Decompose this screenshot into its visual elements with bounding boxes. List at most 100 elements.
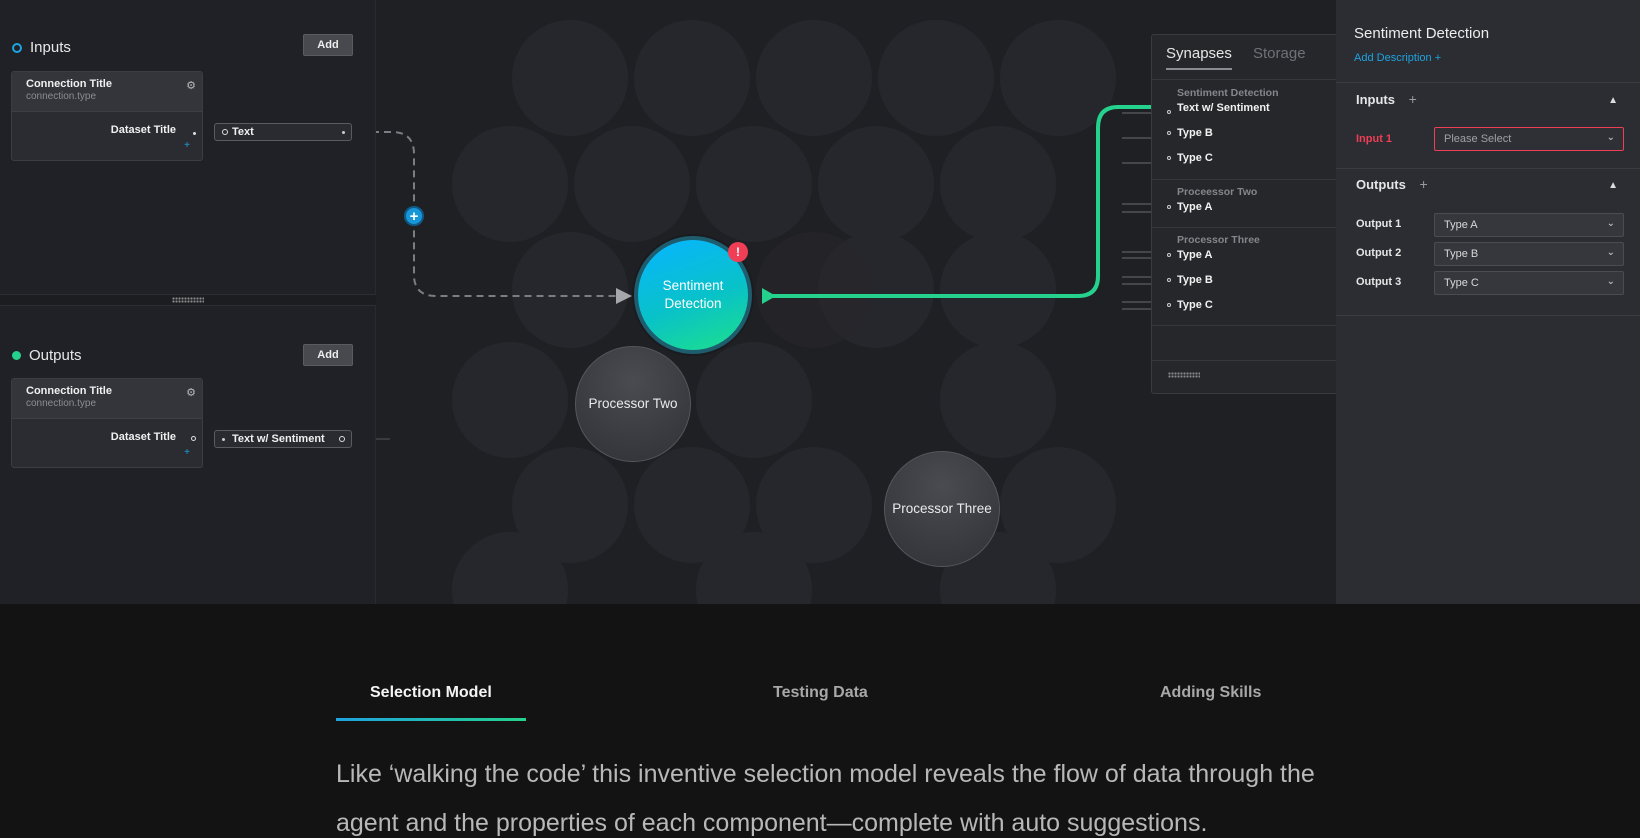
synapses-panel: Synapses Storage Sentiment Detection Tex… <box>1151 34 1342 394</box>
dataset-port[interactable] <box>193 132 196 135</box>
properties-title: Sentiment Detection <box>1354 25 1490 42</box>
alert-icon[interactable]: ! <box>728 242 748 262</box>
pill-label: Text <box>232 126 254 138</box>
synapse-item[interactable]: Type B <box>1177 274 1213 286</box>
tab-synapses[interactable]: Synapses <box>1166 45 1232 70</box>
inputs-section-title: Inputs <box>1356 92 1395 107</box>
chevron-up-icon[interactable]: ▲ <box>1608 95 1618 106</box>
grip-icon[interactable] <box>1168 372 1200 378</box>
pill-port-icon <box>222 438 225 441</box>
add-dataset-plus-icon[interactable]: + <box>184 140 190 151</box>
inputs-header: Inputs <box>12 39 71 56</box>
outputs-section-header[interactable]: Outputs + <box>1356 176 1428 192</box>
dataset-port[interactable] <box>191 436 196 441</box>
active-tab-indicator <box>336 718 526 721</box>
output-2-select[interactable]: Type B ⌄ <box>1434 242 1624 266</box>
panel-divider[interactable] <box>0 294 376 306</box>
output-3-select[interactable]: Type C ⌄ <box>1434 271 1624 295</box>
connections-panel: Inputs Add Connection Title connection.t… <box>0 0 376 604</box>
synapse-port-icon[interactable] <box>1167 156 1171 160</box>
app-workspace: Inputs Add Connection Title connection.t… <box>0 0 1640 604</box>
synapse-item[interactable]: Text w/ Sentiment <box>1177 102 1270 114</box>
connection-type: connection.type <box>26 398 97 409</box>
output-2-label: Output 2 <box>1356 247 1402 259</box>
synapse-port-icon[interactable] <box>1167 278 1171 282</box>
select-value: Type C <box>1444 277 1479 289</box>
synapse-port-icon[interactable] <box>1167 253 1171 257</box>
tab-adding-skills[interactable]: Adding Skills <box>1160 684 1261 702</box>
gear-icon[interactable]: ⚙ <box>186 79 196 92</box>
pill-end-port-icon[interactable] <box>339 436 345 442</box>
outputs-header: Outputs <box>12 347 82 364</box>
chevron-down-icon: ⌄ <box>1606 218 1615 229</box>
add-input-button[interactable]: Add <box>303 34 353 56</box>
divider <box>1336 168 1640 169</box>
synapse-port-icon[interactable] <box>1167 205 1171 209</box>
synapse-group-title: Sentiment Detection <box>1177 87 1279 99</box>
dataset-title: Dataset Title <box>110 431 176 443</box>
background-pattern <box>452 20 1116 604</box>
output-1-select[interactable]: Type A ⌄ <box>1434 213 1624 237</box>
connection-card-header: Connection Title connection.type ⚙ <box>12 379 202 419</box>
connection-card-header: Connection Title connection.type ⚙ <box>12 72 202 112</box>
pill-port-icon <box>222 129 228 135</box>
select-value: Please Select <box>1444 133 1512 145</box>
synapse-item[interactable]: Type C <box>1177 152 1213 164</box>
tab-testing-data[interactable]: Testing Data <box>773 684 868 702</box>
properties-panel: Sentiment Detection Add Description + In… <box>1336 0 1640 604</box>
node-label: Processor Two <box>588 396 678 411</box>
add-input-plus-icon[interactable]: + <box>1409 91 1417 107</box>
add-dataset-plus-icon[interactable]: + <box>184 447 190 458</box>
divider <box>1152 360 1342 361</box>
synapse-port-icon[interactable] <box>1167 131 1171 135</box>
add-node-plus-icon[interactable]: + <box>404 206 424 226</box>
divider <box>1152 79 1342 80</box>
synapse-item[interactable]: Type A <box>1177 249 1212 261</box>
tab-storage[interactable]: Storage <box>1253 45 1306 62</box>
divider <box>1152 227 1342 228</box>
node-label: Processor Three <box>892 501 992 516</box>
output-connection-card[interactable]: Connection Title connection.type ⚙ Datas… <box>11 378 203 468</box>
divider <box>1152 325 1342 326</box>
chevron-up-icon[interactable]: ▲ <box>1608 180 1618 191</box>
divider <box>1336 315 1640 316</box>
feature-description: Like ‘walking the code’ this inventive s… <box>336 760 1315 837</box>
inputs-dot-icon <box>12 42 22 53</box>
inputs-title: Inputs <box>30 39 71 56</box>
pill-end-port-icon[interactable] <box>342 131 345 134</box>
outputs-section-title: Outputs <box>1356 177 1406 192</box>
output-3-label: Output 3 <box>1356 276 1402 288</box>
synapse-item[interactable]: Type B <box>1177 127 1213 139</box>
tab-selection-model[interactable]: Selection Model <box>370 684 492 702</box>
select-value: Type A <box>1444 219 1478 231</box>
synapse-port-icon[interactable] <box>1167 110 1171 114</box>
connection-title: Connection Title <box>26 385 112 397</box>
chevron-down-icon: ⌄ <box>1606 247 1615 258</box>
chevron-down-icon: ⌄ <box>1606 276 1615 287</box>
outputs-dot-icon <box>12 351 21 360</box>
node-label-line1: Sentiment <box>662 278 724 293</box>
dataset-title: Dataset Title <box>110 124 176 136</box>
input-connection-card[interactable]: Connection Title connection.type ⚙ Datas… <box>11 71 203 161</box>
output-1-label: Output 1 <box>1356 218 1402 230</box>
synapse-port-icon[interactable] <box>1167 303 1171 307</box>
add-description-link[interactable]: Add Description + <box>1354 52 1441 64</box>
output-text-pill[interactable]: Text w/ Sentiment <box>214 430 352 448</box>
input-text-pill[interactable]: Text <box>214 123 352 141</box>
input-1-select[interactable]: Please Select ⌄ <box>1434 127 1624 151</box>
synapse-group-title: Processor Three <box>1177 234 1260 246</box>
processor-three-node[interactable]: Processor Three <box>884 451 1000 567</box>
pill-label: Text w/ Sentiment <box>232 433 325 445</box>
add-output-plus-icon[interactable]: + <box>1419 176 1427 192</box>
add-output-button[interactable]: Add <box>303 344 353 366</box>
grip-icon[interactable] <box>172 297 204 303</box>
divider <box>1336 82 1640 83</box>
processor-two-node[interactable]: Processor Two <box>575 346 691 462</box>
connection-title: Connection Title <box>26 78 112 90</box>
inputs-section-header[interactable]: Inputs + <box>1356 91 1417 107</box>
divider <box>1152 179 1342 180</box>
gear-icon[interactable]: ⚙ <box>186 386 196 399</box>
synapse-item[interactable]: Type A <box>1177 201 1212 213</box>
select-value: Type B <box>1444 248 1479 260</box>
synapse-item[interactable]: Type C <box>1177 299 1213 311</box>
